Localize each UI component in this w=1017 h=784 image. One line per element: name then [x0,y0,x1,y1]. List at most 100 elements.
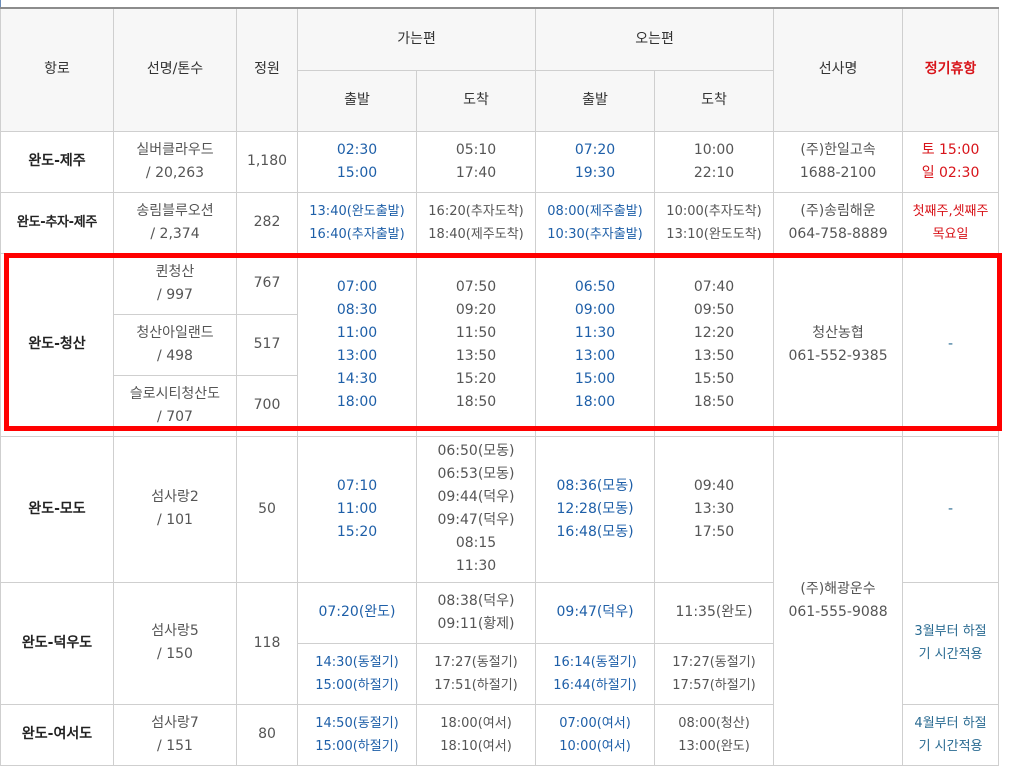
time: 09:00 [574,301,616,318]
time: 16:40(추자출발) [309,226,405,242]
time: 10:00 [693,141,735,158]
ship-name: 실버클라우드 [136,141,214,158]
holiday: - [902,252,1000,437]
header-in-depart: 출발 [535,69,656,132]
holiday: 첫째주,셋째주 목요일 [902,191,1000,254]
ship-tons: / 997 [157,286,193,303]
operator-phone: 061-552-9385 [788,347,888,364]
time: 11:35(완도) [675,604,753,620]
ship-tons: / 498 [157,347,193,364]
time: 15:00 [574,370,616,387]
operator: (주)송림해운 064-758-8889 [773,191,904,254]
time: 07:50 [455,278,497,295]
ship-tons: / 150 [157,646,193,662]
time: 12:28(모동) [556,500,634,517]
time: 09:50 [693,301,735,318]
time: 16:14(동절기) [553,654,637,670]
operator: (주)한일고속 1688-2100 [773,130,904,193]
time: 10:00(여서) [559,738,631,754]
time: 11:00 [336,500,378,517]
time: 18:00(여서) [440,715,512,731]
out-depart: 14:30(동절기) 15:00(하절기) [297,642,417,705]
in-arrive: 09:40 13:30 17:50 [654,435,775,583]
out-arrive: 18:00(여서) 18:10(여서) [415,703,537,766]
time: 17:51(하절기) [434,677,518,693]
time: 05:10 [455,141,497,158]
operator: 청산농협 061-552-9385 [773,252,904,437]
header-capacity: 정원 [236,7,298,132]
in-depart: 08:00(제주출발) 10:30(추자출발) [535,191,656,254]
time: 13:50 [693,347,735,364]
in-arrive: 07:40 09:50 12:20 13:50 15:50 18:50 [654,252,775,437]
route-name: 완도-청산 [0,252,114,437]
in-depart: 16:14(동절기) 16:44(하절기) [535,642,656,705]
header-outbound: 가는편 [296,7,537,71]
capacity: 282 [236,191,298,254]
header-holiday: 정기휴항 [902,7,1000,132]
table-row-modo: 완도-모도 섬사랑2 / 101 50 07:10 11:00 15:20 06… [0,435,1000,766]
time: 09:20 [455,301,497,318]
capacity: 118 [236,581,298,705]
time: 08:00(청산) [678,715,750,731]
time: 06:50 [574,278,616,295]
in-depart: 06:50 09:00 11:30 13:00 15:00 18:00 [535,252,656,437]
in-arrive: 11:35(완도) [654,581,775,644]
time: 13:10(완도도착) [666,226,762,242]
ferry-schedule-table: 항로 선명/톤수 정원 가는편 오는편 선사명 정기휴항 출발 도착 출발 도착… [0,7,1000,766]
ship-tons: / 2,374 [150,225,200,242]
out-arrive: 07:50 09:20 11:50 13:50 15:20 18:50 [415,252,537,437]
ship-cell: 섬사랑7 / 151 [113,703,237,766]
time: 09:40 [693,477,735,494]
holiday-text: 토 15:00 [921,141,980,158]
ship-cell: 섬사랑2 / 101 [113,435,237,583]
time: 08:36(모동) [556,477,634,494]
holiday: - [902,435,1000,583]
in-arrive: 10:00 22:10 [654,130,775,193]
holiday-text: 첫째주,셋째주 [912,203,989,219]
time: 07:20 [574,141,616,158]
time: 09:11(황제) [437,615,515,632]
time: 07:40 [693,278,735,295]
time: 11:50 [455,324,497,341]
time: 11:30 [574,324,616,341]
holiday-text: 3월부터 하절 [914,624,987,639]
time: 13:40(완도출발) [309,203,405,219]
time: 15:00 [336,164,378,181]
time: 18:50 [455,393,497,410]
time: 17:27(동절기) [672,654,756,670]
time: 18:00 [574,393,616,410]
out-depart: 02:30 15:00 [297,130,417,193]
holiday: 4월부터 하절 기 시간적용 [902,703,1000,766]
table-row-chuja: 완도-추자-제주 송림블루오션 / 2,374 282 13:40(완도출발) … [0,191,1000,254]
time: 02:30 [336,141,378,158]
out-depart: 07:00 08:30 11:00 13:00 14:30 18:00 [297,252,417,437]
time: 11:30 [455,558,497,574]
route-name: 완도-모도 [0,435,114,583]
time: 13:50 [455,347,497,364]
operator-phone: 064-758-8889 [788,225,888,242]
header-inbound: 오는편 [535,7,775,71]
time: 07:20(완도) [318,604,396,620]
header-operator: 선사명 [773,7,904,132]
time: 18:00 [336,393,378,410]
in-arrive: 08:00(청산) 13:00(완도) [654,703,775,766]
holiday: 토 15:00 일 02:30 [902,130,1000,193]
time: 14:30 [336,370,378,387]
time: 15:20 [455,370,497,387]
ship-name: 퀸청산 [155,263,195,280]
time: 08:15 [455,535,497,551]
capacity: 517 [236,313,298,376]
time: 16:44(하절기) [553,677,637,693]
time: 09:44(덕우) [437,489,515,505]
header-in-arrive: 도착 [654,69,775,132]
in-arrive: 17:27(동절기) 17:57(하절기) [654,642,775,705]
route-name: 완도-추자-제주 [0,191,114,254]
ship-name: 섬사랑5 [151,623,199,639]
out-arrive: 06:50(모동) 06:53(모동) 09:44(덕우) 09:47(덕우) … [415,435,537,583]
ship-tons: / 707 [157,408,193,425]
ship-name: 섬사랑7 [151,714,199,731]
operator-phone: 1688-2100 [799,164,877,181]
header-out-arrive: 도착 [415,69,537,132]
time: 17:27(동절기) [434,654,518,670]
time: 18:40(제주도착) [428,226,524,242]
